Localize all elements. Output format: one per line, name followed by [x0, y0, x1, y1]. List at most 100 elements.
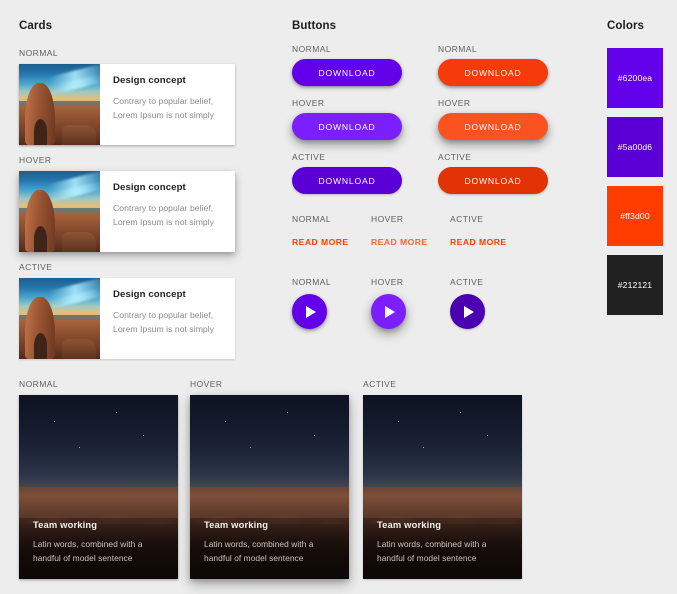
- star-icon: [487, 435, 489, 437]
- card-thumbnail-image: [19, 64, 100, 145]
- horizontal-card-active[interactable]: Design concept Contrary to popular belie…: [19, 278, 235, 359]
- card-text-line1: Contrary to popular belief,: [113, 203, 214, 213]
- card-text-line2: Lorem Ipsum is not simply: [113, 109, 215, 120]
- image-card-text-line1: Latin words, combined with a: [204, 539, 314, 549]
- state-label-hover: HOVER: [371, 214, 404, 224]
- play-button-normal[interactable]: [292, 294, 327, 329]
- state-label-active: ACTIVE: [363, 379, 397, 389]
- download-button-purple-hover[interactable]: DOWNLOAD: [292, 113, 402, 140]
- star-icon: [143, 435, 145, 437]
- state-label-normal: NORMAL: [19, 48, 59, 58]
- color-swatch-neutral[interactable]: #212121: [607, 255, 663, 315]
- thumbnail-rock: [62, 232, 96, 252]
- play-button-cell-normal: NORMAL: [292, 277, 371, 329]
- color-swatch-accent[interactable]: #ff3d00: [607, 186, 663, 246]
- image-card-block-normal: NORMAL Team working Latin words, combine…: [19, 379, 178, 579]
- pill-button-cell-orange-hover: HOVER DOWNLOAD: [438, 98, 584, 140]
- state-label-active: ACTIVE: [438, 152, 472, 162]
- read-more-link-active[interactable]: READ MORE: [450, 237, 507, 247]
- star-icon: [286, 411, 288, 413]
- image-card-title: Team working: [204, 519, 269, 530]
- pill-button-cell-purple-normal: NORMAL DOWNLOAD: [292, 44, 438, 86]
- card-text-line1: Contrary to popular belief,: [113, 310, 214, 320]
- card-body: Design concept Contrary to popular belie…: [100, 64, 235, 145]
- play-button-cell-hover: HOVER: [371, 277, 450, 329]
- download-button-orange-active[interactable]: DOWNLOAD: [438, 167, 548, 194]
- card-block-hover: HOVER Design concept Contrary to popular…: [19, 155, 259, 252]
- image-card-text-line2: handful of model sentence: [33, 552, 133, 563]
- thumbnail-rock-arch: [25, 83, 55, 145]
- style-guide-page: Cards Buttons Colors NORMAL Design conce…: [0, 0, 677, 594]
- image-card-hover[interactable]: Team working Latin words, combined with …: [190, 395, 349, 579]
- card-title: Design concept: [113, 75, 186, 86]
- play-button-active[interactable]: [450, 294, 485, 329]
- image-card-block-active: ACTIVE Team working Latin words, combine…: [363, 379, 522, 579]
- colors-column: #6200ea #5a00d6 #ff3d00 #212121: [607, 48, 665, 324]
- pill-button-cell-orange-normal: NORMAL DOWNLOAD: [438, 44, 584, 86]
- image-card-block-hover: HOVER Team working Latin words, combined…: [190, 379, 349, 579]
- star-icon: [250, 446, 252, 448]
- download-button-orange-normal[interactable]: DOWNLOAD: [438, 59, 548, 86]
- read-more-link-normal[interactable]: READ MORE: [292, 237, 349, 247]
- image-card-title: Team working: [33, 519, 98, 530]
- text-link-cell-normal: NORMAL READ MORE: [292, 214, 371, 250]
- image-card-text-line2: handful of model sentence: [377, 552, 477, 563]
- star-icon: [53, 420, 55, 422]
- image-card-active[interactable]: Team working Latin words, combined with …: [363, 395, 522, 579]
- horizontal-card-hover[interactable]: Design concept Contrary to popular belie…: [19, 171, 235, 252]
- image-card-text-line1: Latin words, combined with a: [377, 539, 487, 549]
- state-label-hover: HOVER: [438, 98, 471, 108]
- pill-button-cell-purple-active: ACTIVE DOWNLOAD: [292, 152, 438, 194]
- card-body: Design concept Contrary to popular belie…: [100, 171, 235, 252]
- state-label-hover: HOVER: [292, 98, 325, 108]
- cards-column: NORMAL Design concept Contrary to popula…: [19, 48, 259, 369]
- image-card-text-line1: Latin words, combined with a: [33, 539, 143, 549]
- text-link-row: NORMAL READ MORE HOVER READ MORE ACTIVE …: [292, 214, 592, 250]
- image-card-sky: [363, 395, 522, 497]
- page-title-cards: Cards: [19, 20, 53, 32]
- play-icon: [306, 305, 316, 318]
- image-card-overlay: Team working Latin words, combined with …: [190, 519, 349, 579]
- download-button-purple-active[interactable]: DOWNLOAD: [292, 167, 402, 194]
- state-label-normal: NORMAL: [438, 44, 478, 54]
- play-icon: [464, 305, 474, 318]
- color-swatch-primary-dark[interactable]: #5a00d6: [607, 117, 663, 177]
- download-button-purple-normal[interactable]: DOWNLOAD: [292, 59, 402, 86]
- horizontal-card-normal[interactable]: Design concept Contrary to popular belie…: [19, 64, 235, 145]
- card-text-line2: Lorem Ipsum is not simply: [113, 216, 215, 227]
- star-icon: [224, 420, 226, 422]
- state-label-active: ACTIVE: [450, 214, 484, 224]
- text-link-cell-hover: HOVER READ MORE: [371, 214, 450, 250]
- page-title-colors: Colors: [607, 20, 645, 32]
- thumbnail-rock-arch: [25, 297, 55, 359]
- card-thumbnail-image: [19, 171, 100, 252]
- state-label-hover: HOVER: [19, 155, 52, 165]
- card-text-line1: Contrary to popular belief,: [113, 96, 214, 106]
- color-swatch-primary[interactable]: #6200ea: [607, 48, 663, 108]
- star-icon: [423, 446, 425, 448]
- state-label-normal: NORMAL: [292, 214, 332, 224]
- state-label-active: ACTIVE: [292, 152, 326, 162]
- page-title-buttons: Buttons: [292, 20, 337, 32]
- star-icon: [459, 411, 461, 413]
- image-card-normal[interactable]: Team working Latin words, combined with …: [19, 395, 178, 579]
- image-card-text-line2: handful of model sentence: [204, 552, 304, 563]
- pill-button-cell-purple-hover: HOVER DOWNLOAD: [292, 98, 438, 140]
- star-icon: [314, 435, 316, 437]
- play-button-row: NORMAL HOVER ACTIVE: [292, 277, 592, 329]
- download-button-orange-hover[interactable]: DOWNLOAD: [438, 113, 548, 140]
- state-label-normal: NORMAL: [292, 44, 332, 54]
- pill-button-grid: NORMAL DOWNLOAD NORMAL DOWNLOAD HOVER DO…: [292, 44, 592, 206]
- state-label-hover: HOVER: [371, 277, 404, 287]
- image-card-sky: [19, 395, 178, 497]
- thumbnail-rock: [62, 125, 96, 145]
- image-card-overlay: Team working Latin words, combined with …: [363, 519, 522, 579]
- state-label-hover: HOVER: [190, 379, 223, 389]
- star-icon: [79, 446, 81, 448]
- state-label-active: ACTIVE: [450, 277, 484, 287]
- card-title: Design concept: [113, 182, 186, 193]
- play-button-hover[interactable]: [371, 294, 406, 329]
- read-more-link-hover[interactable]: READ MORE: [371, 237, 428, 247]
- pill-button-cell-orange-active: ACTIVE DOWNLOAD: [438, 152, 584, 194]
- image-card-sky: [190, 395, 349, 497]
